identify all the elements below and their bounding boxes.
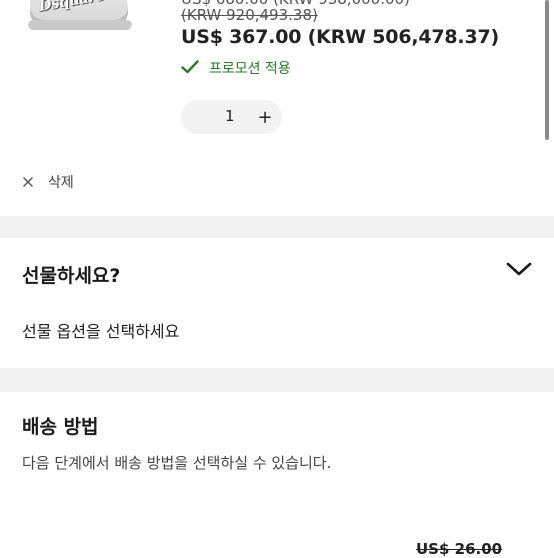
gift-section-title: 선물하세요? (22, 265, 121, 287)
section-divider (0, 368, 554, 392)
delete-button[interactable]: 삭제 (22, 172, 74, 192)
gift-option-link[interactable]: 선물 옵션을 선택하세요 (22, 318, 179, 342)
scrollbar[interactable] (545, 0, 549, 140)
check-icon (181, 59, 199, 78)
product-thumbnail[interactable]: Dsquared2 (24, 0, 134, 35)
delete-label: 삭제 (48, 175, 74, 191)
quantity-value: 1 (225, 107, 235, 125)
section-divider (0, 216, 554, 238)
original-shipping-fee: US$ 26.00 (416, 540, 503, 558)
shipping-section-title: 배송 방법 (22, 416, 99, 438)
promo-applied: 프로모션 적용 (181, 58, 291, 78)
chevron-down-icon[interactable] (504, 258, 534, 280)
sneaker-sole (28, 20, 132, 30)
shipping-description: 다음 단계에서 배송 방법을 선택하실 수 있습니다. (22, 454, 332, 472)
quantity-stepper[interactable]: 1 + (181, 100, 282, 134)
promo-label: 프로모션 적용 (209, 61, 291, 77)
increase-quantity-button[interactable]: + (251, 103, 279, 131)
sale-price: US$ 367.00 (KRW 506,478.37) (181, 26, 499, 48)
close-icon (22, 173, 34, 192)
original-price-krw: (KRW 920,493.38) (181, 6, 318, 24)
